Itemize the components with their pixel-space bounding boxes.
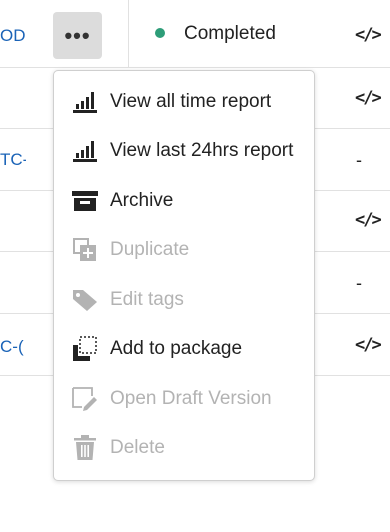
code-view-icon[interactable]: </> bbox=[355, 210, 382, 230]
menu-item-label: View all time report bbox=[110, 91, 272, 112]
draft-edit-icon bbox=[71, 385, 99, 413]
menu-item-label: Open Draft Version bbox=[110, 388, 272, 409]
menu-item-label: Archive bbox=[110, 190, 174, 211]
menu-item-duplicate[interactable]: Duplicate bbox=[54, 230, 314, 270]
code-view-icon[interactable]: </> bbox=[355, 335, 382, 355]
bar-chart-icon bbox=[71, 88, 99, 116]
menu-item-label: Duplicate bbox=[110, 239, 190, 260]
more-actions-button[interactable]: ••• bbox=[53, 12, 102, 59]
menu-item-archive[interactable]: Archive bbox=[54, 181, 314, 221]
row-name-link[interactable]: C-( bbox=[0, 337, 26, 357]
menu-item-add-to-package[interactable]: Add to package bbox=[54, 329, 314, 369]
trash-icon bbox=[71, 434, 99, 462]
menu-item-label: View last 24hrs report bbox=[110, 140, 294, 161]
empty-cell: - bbox=[356, 273, 362, 293]
table-row[interactable]: OD ••• Completed </> bbox=[0, 0, 390, 68]
status-completed-dot bbox=[155, 28, 165, 38]
row-name-link[interactable]: TC- bbox=[0, 150, 26, 170]
menu-item-edit-tags[interactable]: Edit tags bbox=[54, 280, 314, 320]
status-label: Completed bbox=[184, 23, 276, 44]
menu-item-view-all-time-report[interactable]: View all time report bbox=[54, 82, 314, 122]
code-view-icon[interactable]: </> bbox=[355, 88, 382, 108]
menu-item-delete[interactable]: Delete bbox=[54, 428, 314, 468]
empty-cell: - bbox=[356, 150, 362, 170]
row-name-link[interactable]: OD bbox=[0, 26, 26, 46]
menu-item-label: Delete bbox=[110, 437, 165, 458]
add-to-package-icon bbox=[71, 335, 99, 363]
archive-icon bbox=[71, 187, 99, 215]
tag-icon bbox=[71, 286, 99, 314]
code-view-icon[interactable]: </> bbox=[355, 25, 382, 45]
menu-item-label: Add to package bbox=[110, 338, 243, 359]
menu-item-view-last-24hrs-report[interactable]: View last 24hrs report bbox=[54, 131, 314, 171]
duplicate-icon bbox=[71, 236, 99, 264]
menu-item-label: Edit tags bbox=[110, 289, 184, 310]
actions-menu: View all time report View last 24hrs rep… bbox=[53, 70, 315, 481]
menu-item-open-draft-version[interactable]: Open Draft Version bbox=[54, 379, 314, 419]
bar-chart-icon bbox=[71, 137, 99, 165]
